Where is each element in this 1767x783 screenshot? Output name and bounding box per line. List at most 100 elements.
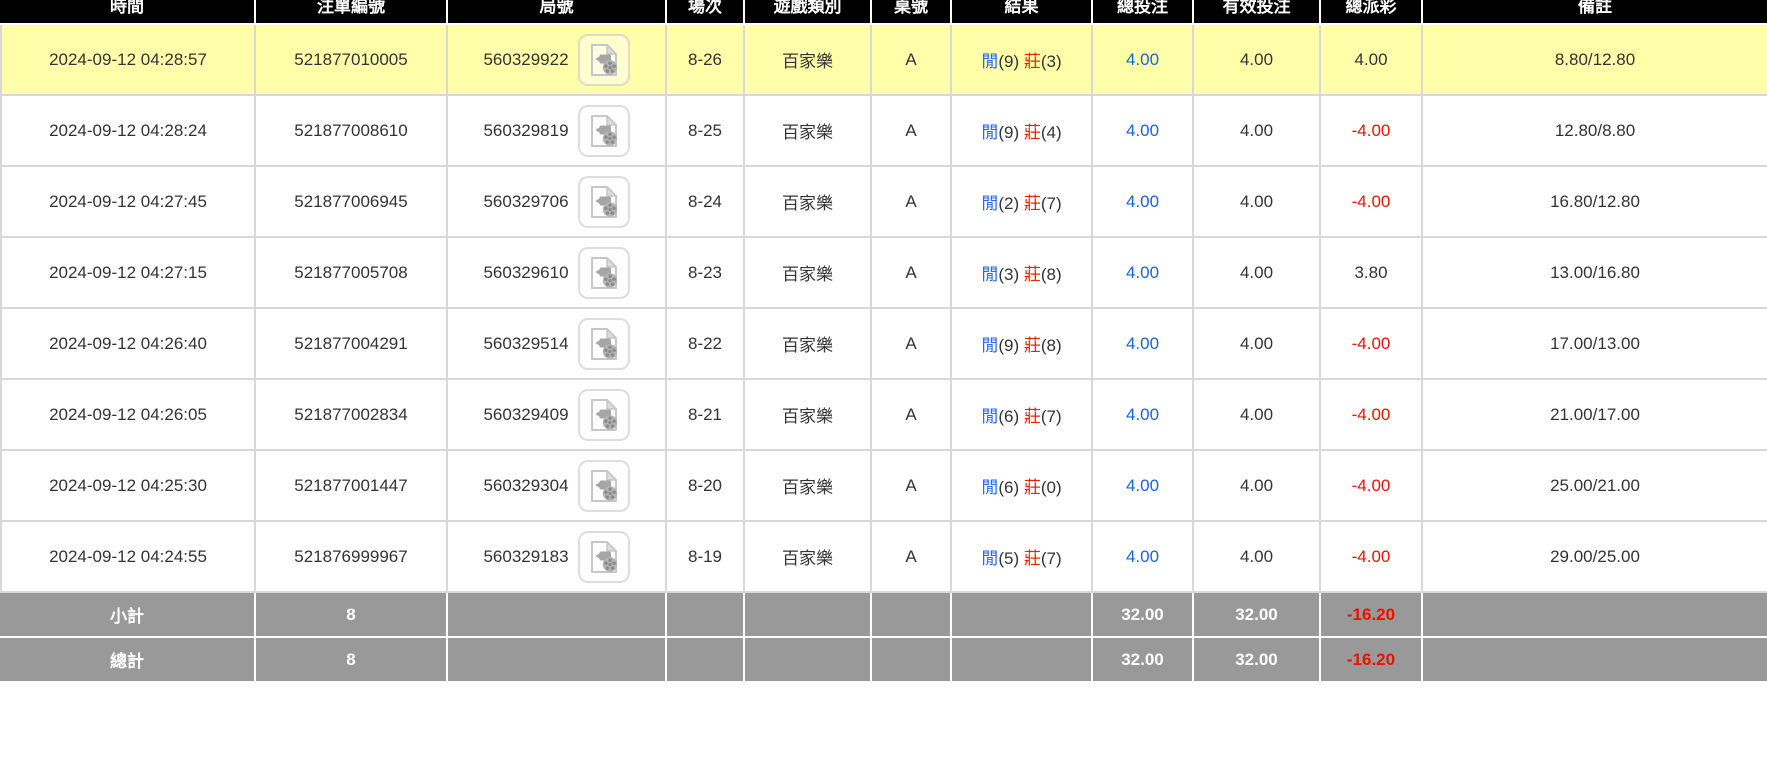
subtotal-label: 小計 (0, 593, 256, 638)
result-banker-score: (8) (1041, 265, 1062, 284)
cell-result: 閒(9) 莊(4) (952, 96, 1093, 167)
cell-remark: 17.00/13.00 (1423, 309, 1767, 380)
cell-payout: 3.80 (1321, 238, 1423, 309)
video-replay-button[interactable] (578, 318, 630, 370)
cell-session: 8-25 (667, 96, 745, 167)
result-banker-label: 莊 (1024, 336, 1041, 355)
round-no-text: 560329706 (483, 192, 568, 212)
table-row: 2024-09-12 04:25:30 521877001447 5603293… (0, 451, 1767, 522)
cell-round-no: 560329514 (448, 309, 667, 380)
grand-total-payout: -16.20 (1321, 638, 1423, 683)
cell-time: 2024-09-12 04:28:24 (0, 96, 256, 167)
cell-remark: 25.00/21.00 (1423, 451, 1767, 522)
subtotal-total-bet: 32.00 (1093, 593, 1194, 638)
cell-time: 2024-09-12 04:27:45 (0, 167, 256, 238)
video-file-icon (586, 255, 622, 291)
cell-empty (448, 638, 667, 683)
cell-remark: 29.00/25.00 (1423, 522, 1767, 593)
result-player-score: (5) (998, 549, 1019, 568)
result-banker-score: (0) (1041, 478, 1062, 497)
result-banker-score: (4) (1041, 123, 1062, 142)
result-banker-label: 莊 (1024, 478, 1041, 497)
video-replay-button[interactable] (578, 247, 630, 299)
bet-history-table: 時間 注單編號 局號 場次 遊戲類別 桌號 結果 總投注 有效投注 總派彩 備註… (0, 0, 1767, 683)
cell-total-bet: 4.00 (1093, 309, 1194, 380)
cell-remark: 21.00/17.00 (1423, 380, 1767, 451)
result-banker-label: 莊 (1024, 52, 1041, 71)
cell-total-bet: 4.00 (1093, 451, 1194, 522)
cell-time: 2024-09-12 04:28:57 (0, 25, 256, 96)
video-replay-button[interactable] (578, 389, 630, 441)
cell-session: 8-24 (667, 167, 745, 238)
cell-result: 閒(3) 莊(8) (952, 238, 1093, 309)
result-player-score: (6) (998, 407, 1019, 426)
video-file-icon (586, 326, 622, 362)
cell-game-type: 百家樂 (745, 380, 872, 451)
table-row: 2024-09-12 04:27:15 521877005708 5603296… (0, 238, 1767, 309)
cell-remark: 8.80/12.80 (1423, 25, 1767, 96)
grand-total-row: 總計 8 32.00 32.00 -16.20 (0, 638, 1767, 683)
cell-empty (1423, 593, 1767, 638)
cell-session: 8-19 (667, 522, 745, 593)
cell-round-no: 560329409 (448, 380, 667, 451)
cell-table-no: A (872, 96, 952, 167)
video-replay-button[interactable] (578, 105, 630, 157)
result-player-label: 閒 (981, 123, 998, 142)
cell-round-no: 560329304 (448, 451, 667, 522)
cell-payout: -4.00 (1321, 309, 1423, 380)
round-no-text: 560329409 (483, 405, 568, 425)
cell-table-no: A (872, 451, 952, 522)
cell-session: 8-22 (667, 309, 745, 380)
column-header-table-no: 桌號 (872, 0, 952, 25)
cell-session: 8-21 (667, 380, 745, 451)
cell-result: 閒(5) 莊(7) (952, 522, 1093, 593)
result-player-score: (9) (998, 336, 1019, 355)
table-row: 2024-09-12 04:24:55 521876999967 5603291… (0, 522, 1767, 593)
cell-order-no: 521877002834 (256, 380, 448, 451)
grand-total-total-bet: 32.00 (1093, 638, 1194, 683)
video-replay-button[interactable] (578, 34, 630, 86)
cell-game-type: 百家樂 (745, 522, 872, 593)
cell-order-no: 521877010005 (256, 25, 448, 96)
cell-time: 2024-09-12 04:24:55 (0, 522, 256, 593)
cell-total-bet: 4.00 (1093, 522, 1194, 593)
video-file-icon (586, 42, 622, 78)
result-player-score: (3) (998, 265, 1019, 284)
video-replay-button[interactable] (578, 460, 630, 512)
cell-round-no: 560329610 (448, 238, 667, 309)
result-banker-score: (7) (1041, 194, 1062, 213)
round-no-text: 560329922 (483, 50, 568, 70)
cell-empty (448, 593, 667, 638)
table-header: 時間 注單編號 局號 場次 遊戲類別 桌號 結果 總投注 有效投注 總派彩 備註 (0, 0, 1767, 25)
cell-round-no: 560329183 (448, 522, 667, 593)
cell-time: 2024-09-12 04:25:30 (0, 451, 256, 522)
result-banker-score: (7) (1041, 407, 1062, 426)
subtotal-count: 8 (256, 593, 448, 638)
cell-empty (667, 638, 745, 683)
cell-empty (667, 593, 745, 638)
round-no-text: 560329514 (483, 334, 568, 354)
cell-valid-bet: 4.00 (1194, 238, 1321, 309)
cell-table-no: A (872, 238, 952, 309)
cell-game-type: 百家樂 (745, 238, 872, 309)
video-replay-button[interactable] (578, 531, 630, 583)
column-header-time: 時間 (0, 0, 256, 25)
video-replay-button[interactable] (578, 176, 630, 228)
cell-payout: 4.00 (1321, 25, 1423, 96)
column-header-round-no: 局號 (448, 0, 667, 25)
subtotal-valid-bet: 32.00 (1194, 593, 1321, 638)
result-player-score: (9) (998, 123, 1019, 142)
cell-order-no: 521876999967 (256, 522, 448, 593)
table-row: 2024-09-12 04:28:24 521877008610 5603298… (0, 96, 1767, 167)
result-player-label: 閒 (981, 407, 998, 426)
table-row: 2024-09-12 04:26:40 521877004291 5603295… (0, 309, 1767, 380)
result-banker-score: (3) (1041, 52, 1062, 71)
cell-total-bet: 4.00 (1093, 380, 1194, 451)
result-banker-label: 莊 (1024, 123, 1041, 142)
cell-result: 閒(6) 莊(0) (952, 451, 1093, 522)
cell-order-no: 521877004291 (256, 309, 448, 380)
cell-payout: -4.00 (1321, 451, 1423, 522)
cell-round-no: 560329922 (448, 25, 667, 96)
cell-round-no: 560329706 (448, 167, 667, 238)
cell-result: 閒(9) 莊(3) (952, 25, 1093, 96)
